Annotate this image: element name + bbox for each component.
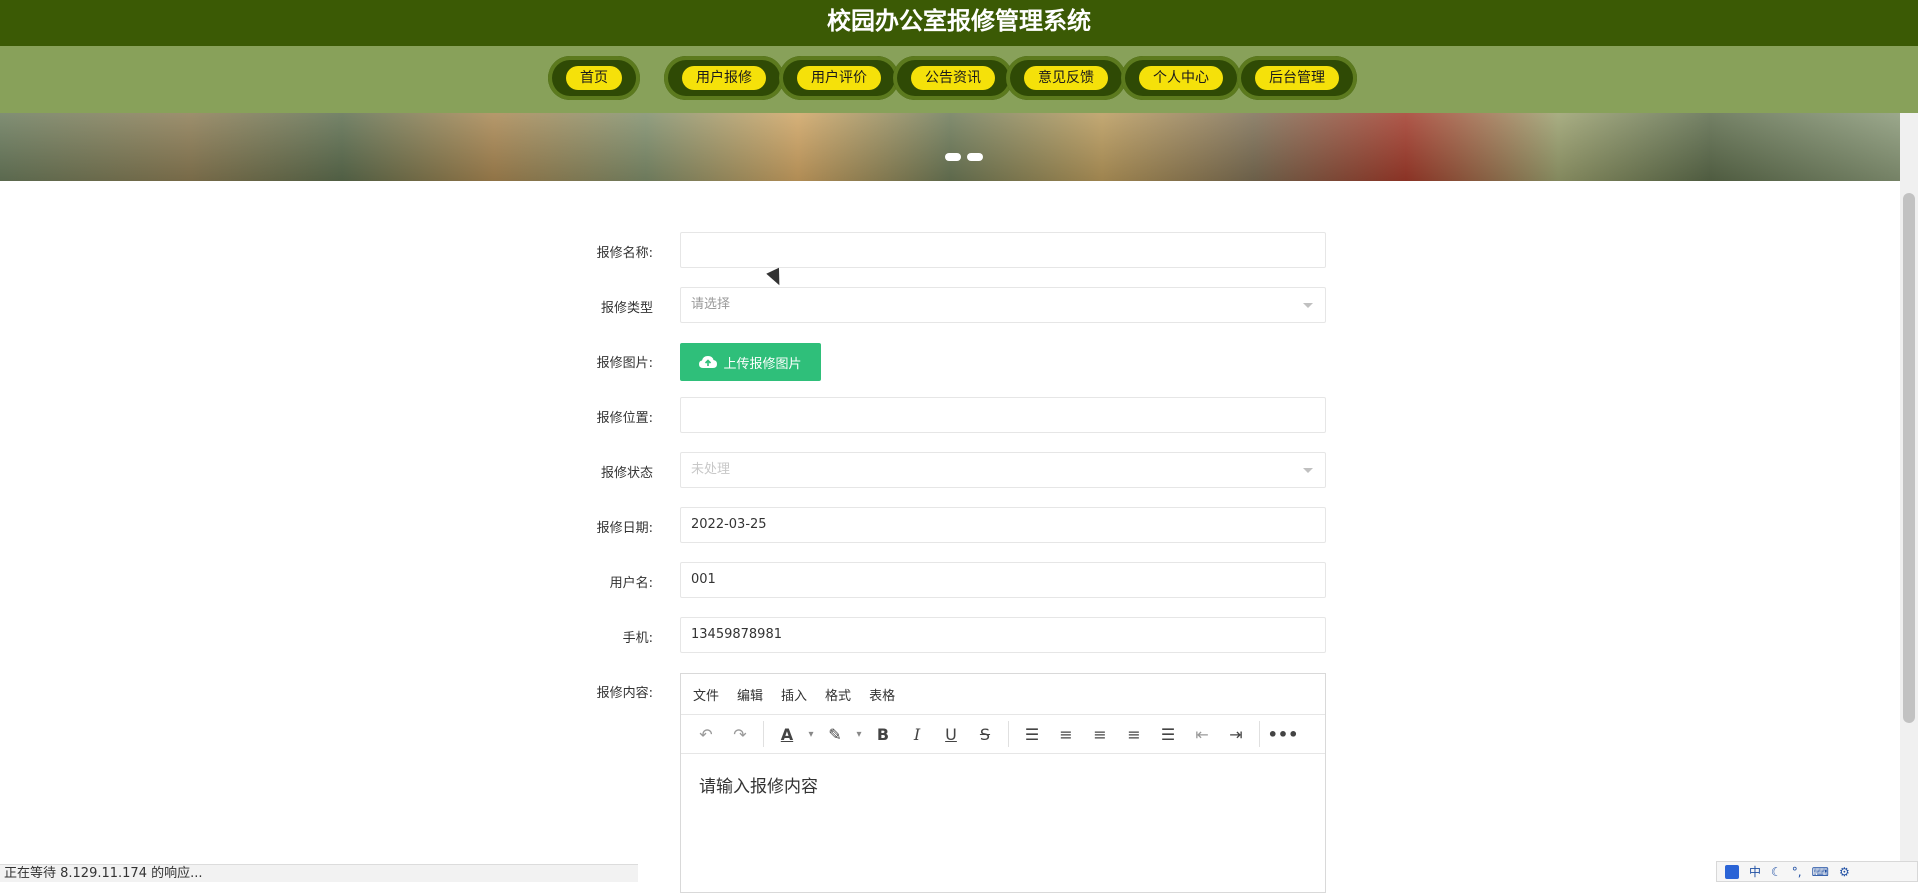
align-left-icon[interactable]: ≡ [1049, 719, 1083, 749]
cloud-upload-icon [699, 356, 718, 368]
moon-icon[interactable]: ☾ [1771, 865, 1782, 879]
line-height-icon[interactable]: ☰ [1015, 719, 1049, 749]
repair-name-input[interactable] [680, 232, 1326, 268]
align-right-icon[interactable]: ≡ [1117, 719, 1151, 749]
bold-icon[interactable]: B [866, 719, 900, 749]
ime-toolbar: 中 ☾ °, ⌨ ⚙ [1716, 861, 1918, 882]
align-center-icon[interactable]: ≡ [1083, 719, 1117, 749]
align-justify-icon[interactable]: ☰ [1151, 719, 1185, 749]
page-scrollbar[interactable] [1900, 113, 1918, 882]
punctuation-icon[interactable]: °, [1792, 865, 1802, 879]
phone-label: 手机: [622, 631, 653, 646]
keyboard-icon[interactable]: ⌨ [1812, 865, 1829, 879]
italic-icon[interactable]: I [900, 719, 934, 749]
repair-location-input[interactable] [680, 397, 1326, 433]
nav-admin[interactable]: 后台管理 [1237, 56, 1357, 100]
editor-menu-table[interactable]: 表格 [869, 685, 895, 704]
underline-icon[interactable]: U [934, 719, 968, 749]
repair-date-input[interactable]: 2022-03-25 [680, 507, 1326, 543]
nav-personal-center[interactable]: 个人中心 [1121, 56, 1241, 100]
repair-date-label: 报修日期: [596, 521, 653, 536]
repair-status-label: 报修状态 [600, 466, 653, 481]
redo-icon[interactable]: ↷ [723, 719, 757, 749]
editor-toolbar: ↶ ↷ A ▾ ✎ ▾ B I U S ☰ ≡ ≡ ≡ ☰ ⇤ ⇥ ••• [681, 715, 1325, 754]
repair-location-label: 报修位置: [596, 411, 653, 426]
outdent-icon[interactable]: ⇤ [1185, 719, 1219, 749]
chevron-down-icon [1303, 303, 1313, 308]
text-color-icon[interactable]: A [770, 719, 804, 749]
repair-type-select[interactable]: 请选择 [680, 287, 1326, 323]
strikethrough-icon[interactable]: S [968, 719, 1002, 749]
more-icon[interactable]: ••• [1266, 719, 1300, 749]
editor-menu-format[interactable]: 格式 [825, 685, 851, 704]
nav-user-repair[interactable]: 用户报修 [664, 56, 784, 100]
phone-input[interactable]: 13459878981 [680, 617, 1326, 653]
settings-icon[interactable]: ⚙ [1839, 865, 1850, 879]
repair-name-label: 报修名称: [596, 246, 653, 261]
banner-carousel [0, 113, 1900, 181]
repair-status-select[interactable]: 未处理 [680, 452, 1326, 488]
chevron-down-icon [1303, 468, 1313, 473]
editor-menu-file[interactable]: 文件 [693, 685, 719, 704]
nav-announcements[interactable]: 公告资讯 [893, 56, 1013, 100]
editor-content[interactable]: 请输入报修内容 [681, 754, 1325, 815]
ime-language[interactable]: 中 [1749, 863, 1761, 880]
repair-content-label: 报修内容: [596, 686, 653, 701]
highlight-color-icon[interactable]: ✎ [818, 719, 852, 749]
upload-image-button[interactable]: 上传报修图片 [680, 343, 821, 381]
mouse-cursor-icon [766, 267, 786, 289]
browser-status-bar: 正在等待 8.129.11.174 的响应... [0, 864, 638, 882]
carousel-dot[interactable] [967, 153, 983, 161]
undo-icon[interactable]: ↶ [689, 719, 723, 749]
editor-menu-insert[interactable]: 插入 [781, 685, 807, 704]
carousel-dot[interactable] [945, 153, 961, 161]
ime-logo-icon[interactable] [1725, 864, 1739, 879]
editor-menu-edit[interactable]: 编辑 [737, 685, 763, 704]
chevron-down-icon[interactable]: ▾ [804, 719, 818, 749]
main-nav: 首页 用户报修 用户评价 公告资讯 意见反馈 个人中心 后台管理 [0, 46, 1918, 113]
indent-icon[interactable]: ⇥ [1219, 719, 1253, 749]
site-title: 校园办公室报修管理系统 [827, 7, 1091, 35]
repair-image-label: 报修图片: [596, 356, 653, 371]
nav-home[interactable]: 首页 [548, 56, 640, 100]
username-label: 用户名: [609, 576, 653, 591]
chevron-down-icon[interactable]: ▾ [852, 719, 866, 749]
site-title-bar: 校园办公室报修管理系统 [0, 0, 1918, 46]
editor-menubar: 文件 编辑 插入 格式 表格 [681, 674, 1325, 715]
rich-text-editor: 文件 编辑 插入 格式 表格 ↶ ↷ A ▾ ✎ ▾ B I U S ☰ ≡ ≡… [680, 673, 1326, 893]
nav-feedback[interactable]: 意见反馈 [1006, 56, 1126, 100]
nav-user-review[interactable]: 用户评价 [779, 56, 899, 100]
scrollbar-thumb[interactable] [1903, 193, 1915, 723]
username-input[interactable]: 001 [680, 562, 1326, 598]
repair-type-label: 报修类型 [600, 301, 653, 316]
